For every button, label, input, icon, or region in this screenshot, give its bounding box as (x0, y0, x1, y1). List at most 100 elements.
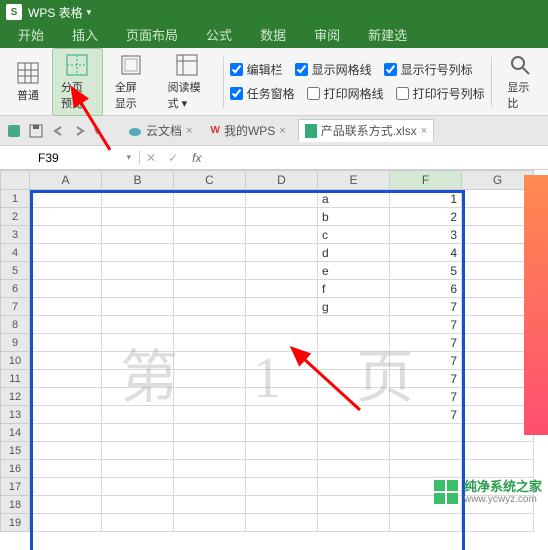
cell-B5[interactable] (102, 262, 174, 280)
cell-C13[interactable] (174, 406, 246, 424)
cell-B8[interactable] (102, 316, 174, 334)
menu-insert[interactable]: 插入 (58, 21, 112, 48)
cell-C6[interactable] (174, 280, 246, 298)
cell-F3[interactable]: 3 (390, 226, 462, 244)
cell-B10[interactable] (102, 352, 174, 370)
menu-review[interactable]: 审阅 (300, 21, 354, 48)
cell-C19[interactable] (174, 514, 246, 532)
cell-B14[interactable] (102, 424, 174, 442)
cell-F5[interactable]: 5 (390, 262, 462, 280)
view-page-break-button[interactable]: 分页预览 (52, 48, 103, 116)
cell-D2[interactable] (246, 208, 318, 226)
cell-F8[interactable]: 7 (390, 316, 462, 334)
tab-cloud-close-icon[interactable]: × (186, 125, 192, 137)
cell-E16[interactable] (318, 460, 390, 478)
check-print-grid[interactable]: 打印网格线 (307, 85, 384, 103)
cell-E3[interactable]: c (318, 226, 390, 244)
cell-C16[interactable] (174, 460, 246, 478)
cell-B4[interactable] (102, 244, 174, 262)
row-header-7[interactable]: 7 (0, 298, 30, 316)
save-icon[interactable] (28, 123, 44, 139)
tab-mywps-close-icon[interactable]: × (279, 125, 285, 137)
cell-E4[interactable]: d (318, 244, 390, 262)
cell-A4[interactable] (30, 244, 102, 262)
zoom-button[interactable]: 显示比 (499, 49, 540, 115)
cell-D11[interactable] (246, 370, 318, 388)
cell-G15[interactable] (462, 442, 534, 460)
cell-F1[interactable]: 1 (390, 190, 462, 208)
row-header-4[interactable]: 4 (0, 244, 30, 262)
cell-A11[interactable] (30, 370, 102, 388)
row-header-16[interactable]: 16 (0, 460, 30, 478)
cell-A8[interactable] (30, 316, 102, 334)
check-headings[interactable]: 显示行号列标 (384, 61, 473, 79)
select-all-corner[interactable] (0, 170, 30, 190)
cell-E2[interactable]: b (318, 208, 390, 226)
cell-A1[interactable] (30, 190, 102, 208)
cell-A12[interactable] (30, 388, 102, 406)
cell-B19[interactable] (102, 514, 174, 532)
cell-D4[interactable] (246, 244, 318, 262)
cell-D3[interactable] (246, 226, 318, 244)
check-editbar[interactable]: 编辑栏 (230, 61, 283, 79)
cell-F10[interactable]: 7 (390, 352, 462, 370)
row-header-19[interactable]: 19 (0, 514, 30, 532)
row-header-15[interactable]: 15 (0, 442, 30, 460)
undo-icon[interactable] (50, 123, 66, 139)
cell-C11[interactable] (174, 370, 246, 388)
cell-C12[interactable] (174, 388, 246, 406)
cell-D19[interactable] (246, 514, 318, 532)
row-header-18[interactable]: 18 (0, 496, 30, 514)
cell-G16[interactable] (462, 460, 534, 478)
cell-F11[interactable]: 7 (390, 370, 462, 388)
row-header-10[interactable]: 10 (0, 352, 30, 370)
row-header-1[interactable]: 1 (0, 190, 30, 208)
title-dropdown-icon[interactable]: ▾ (87, 7, 92, 18)
cell-E5[interactable]: e (318, 262, 390, 280)
check-headings-box[interactable] (384, 63, 397, 76)
check-taskpane[interactable]: 任务窗格 (230, 85, 295, 103)
menu-new[interactable]: 新建选 (354, 21, 421, 48)
cell-A17[interactable] (30, 478, 102, 496)
row-header-11[interactable]: 11 (0, 370, 30, 388)
cell-F13[interactable]: 7 (390, 406, 462, 424)
cell-B17[interactable] (102, 478, 174, 496)
row-header-9[interactable]: 9 (0, 334, 30, 352)
cell-F7[interactable]: 7 (390, 298, 462, 316)
cell-E11[interactable] (318, 370, 390, 388)
col-header-B[interactable]: B (102, 170, 174, 190)
cell-B3[interactable] (102, 226, 174, 244)
name-box[interactable]: F39 ▾ (30, 151, 140, 165)
cell-A13[interactable] (30, 406, 102, 424)
cell-G19[interactable] (462, 514, 534, 532)
menu-start[interactable]: 开始 (4, 21, 58, 48)
col-header-D[interactable]: D (246, 170, 318, 190)
cell-F6[interactable]: 6 (390, 280, 462, 298)
cell-C3[interactable] (174, 226, 246, 244)
cell-D16[interactable] (246, 460, 318, 478)
cell-E6[interactable]: f (318, 280, 390, 298)
cell-C1[interactable] (174, 190, 246, 208)
menu-data[interactable]: 数据 (246, 21, 300, 48)
cell-A19[interactable] (30, 514, 102, 532)
cell-C14[interactable] (174, 424, 246, 442)
col-header-E[interactable]: E (318, 170, 390, 190)
cell-F15[interactable] (390, 442, 462, 460)
cell-B13[interactable] (102, 406, 174, 424)
check-gridlines-box[interactable] (295, 63, 308, 76)
cell-D17[interactable] (246, 478, 318, 496)
cell-D7[interactable] (246, 298, 318, 316)
cell-E8[interactable] (318, 316, 390, 334)
cell-E9[interactable] (318, 334, 390, 352)
cell-B15[interactable] (102, 442, 174, 460)
cell-A6[interactable] (30, 280, 102, 298)
home-icon[interactable] (6, 123, 22, 139)
spreadsheet-grid[interactable]: A B C D E F G 1a12b23c34d45e56f67g787971… (0, 170, 548, 532)
fx-label[interactable]: fx (184, 151, 209, 165)
cell-C9[interactable] (174, 334, 246, 352)
check-editbar-box[interactable] (230, 63, 243, 76)
cell-D9[interactable] (246, 334, 318, 352)
redo-icon[interactable] (72, 123, 88, 139)
cancel-icon[interactable]: ✕ (140, 151, 162, 165)
row-header-2[interactable]: 2 (0, 208, 30, 226)
